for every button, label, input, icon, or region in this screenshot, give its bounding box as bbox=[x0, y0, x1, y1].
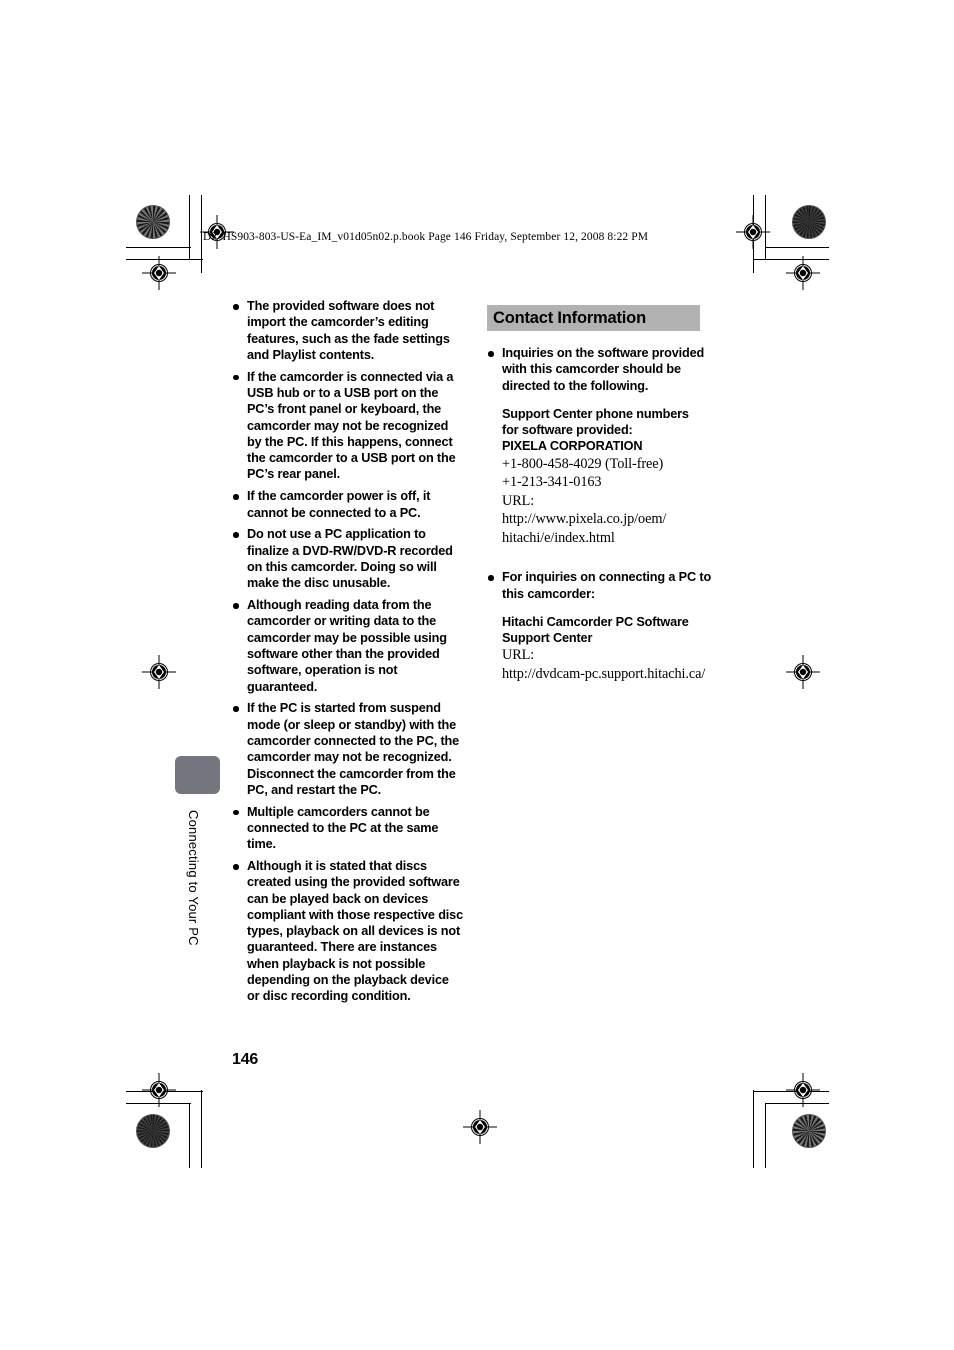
chapter-side-label: Connecting to Your PC bbox=[186, 810, 201, 946]
section-header-bar: Contact Information bbox=[487, 305, 700, 331]
contact-bullet-list-1: Inquiries on the software provided with … bbox=[487, 345, 722, 394]
support-phone-local: +1-213-341-0163 bbox=[502, 474, 602, 491]
list-item: Inquiries on the software provided with … bbox=[487, 345, 722, 394]
support-heading-line-2: for software provided: bbox=[502, 423, 633, 438]
support-block-pixela: Support Center phone numbers for softwar… bbox=[487, 406, 722, 547]
section-title: Contact Information bbox=[493, 308, 646, 327]
left-column: The provided software does not import th… bbox=[232, 298, 464, 1010]
notes-bullet-list: The provided software does not import th… bbox=[232, 298, 464, 1005]
support-phone-tollfree: +1-800-458-4029 (Toll-free) bbox=[502, 455, 664, 472]
hitachi-support-line-2: Support Center bbox=[502, 631, 593, 646]
page-number: 146 bbox=[232, 1051, 259, 1068]
list-item: Do not use a PC application to finalize … bbox=[232, 526, 464, 591]
list-item: The provided software does not import th… bbox=[232, 298, 464, 363]
list-item: Although it is stated that discs created… bbox=[232, 858, 464, 1005]
list-item: If the camcorder power is off, it cannot… bbox=[232, 488, 464, 521]
list-item: Although reading data from the camcorder… bbox=[232, 597, 464, 695]
hitachi-support-line-1: Hitachi Camcorder PC Software bbox=[502, 614, 689, 629]
right-column: Contact Information Inquiries on the sof… bbox=[487, 305, 722, 683]
list-item: For inquiries on connecting a PC to this… bbox=[487, 569, 722, 602]
chapter-thumb-tab bbox=[175, 756, 220, 794]
list-item: If the PC is started from suspend mode (… bbox=[232, 700, 464, 798]
hitachi-url-label: URL: bbox=[502, 647, 535, 664]
support-heading-line-1: Support Center phone numbers bbox=[502, 406, 689, 421]
support-block-hitachi: Hitachi Camcorder PC Software Support Ce… bbox=[487, 614, 722, 684]
contact-bullet-list-2: For inquiries on connecting a PC to this… bbox=[487, 569, 722, 602]
support-company-name: PIXELA CORPORATION bbox=[502, 439, 643, 454]
hitachi-url-line-1: http://dvdcam-pc.support.hitachi.ca/ bbox=[502, 665, 706, 682]
page-content: The provided software does not import th… bbox=[0, 0, 954, 1350]
list-item: If the camcorder is connected via a USB … bbox=[232, 369, 464, 483]
support-url-line-1: http://www.pixela.co.jp/oem/ bbox=[502, 511, 667, 528]
support-url-label: URL: bbox=[502, 492, 535, 509]
list-item: Multiple camcorders cannot be connected … bbox=[232, 804, 464, 853]
support-url-line-2: hitachi/e/index.html bbox=[502, 529, 615, 546]
